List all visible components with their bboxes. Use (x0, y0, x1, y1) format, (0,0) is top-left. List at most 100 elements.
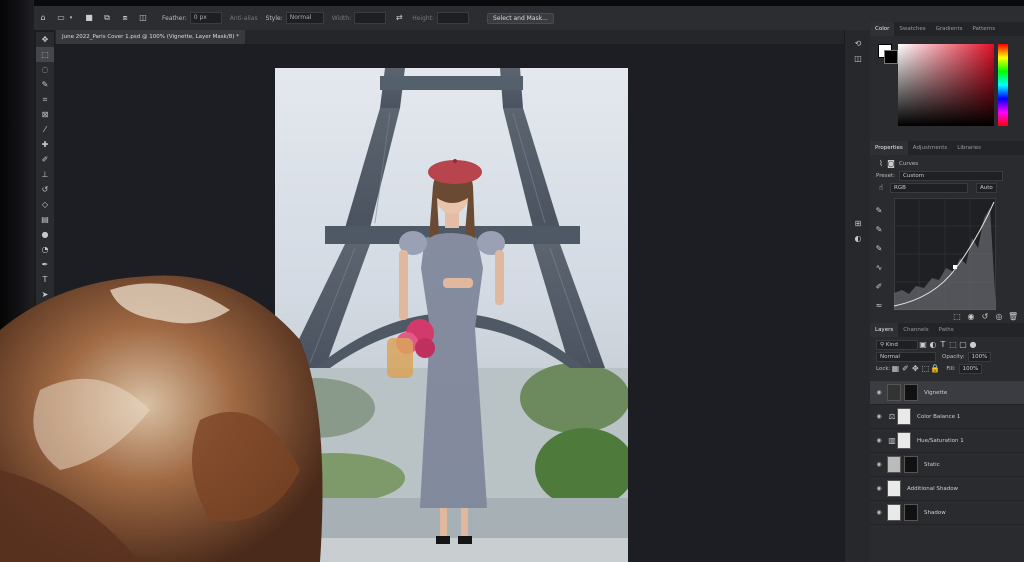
smooth-curve-icon[interactable]: ≈ (874, 301, 884, 311)
layer-mask-icon[interactable]: ◙ (886, 159, 896, 169)
edit-points-icon[interactable]: ∿ (874, 263, 884, 273)
layer-row-static[interactable]: ◉ Static (870, 453, 1024, 477)
filter-pixel-icon[interactable]: ▣ (918, 340, 928, 350)
layer-row-vignette[interactable]: ◉ Vignette (870, 381, 1024, 405)
tab-color[interactable]: Color (870, 22, 895, 36)
toggle-visibility-icon[interactable]: ◎ (994, 312, 1004, 322)
hue-slider[interactable] (998, 44, 1008, 126)
blend-mode-select[interactable]: Normal (876, 352, 936, 362)
filter-toggle-icon[interactable]: ● (968, 340, 978, 350)
crop-tool-icon[interactable]: ⌗ (36, 92, 54, 107)
tab-channels[interactable]: Channels (898, 323, 933, 337)
tab-layers[interactable]: Layers (870, 323, 899, 337)
visibility-eye-icon[interactable]: ◉ (874, 413, 884, 420)
background-color-swatch[interactable] (884, 50, 898, 64)
filter-adjustment-icon[interactable]: ◐ (928, 340, 938, 350)
new-selection-icon[interactable]: ■ (84, 13, 94, 23)
filter-type-icon[interactable]: T (938, 340, 948, 350)
lock-all-icon[interactable]: 🔒 (930, 364, 940, 374)
clip-to-layer-icon[interactable]: ⬚ (952, 312, 962, 322)
delete-adjustment-icon[interactable]: 🗑 (1008, 312, 1018, 322)
curves-tools: ✎ ✎ ✎ ∿ ✐ ≈ (874, 198, 886, 311)
tab-gradients[interactable]: Gradients (931, 22, 968, 36)
height-label: Height: (412, 14, 435, 22)
tab-libraries[interactable]: Libraries (952, 141, 986, 155)
layer-row-color-balance[interactable]: ◉ ⚖ Color Balance 1 (870, 405, 1024, 429)
layer-mask-thumbnail[interactable] (904, 456, 918, 473)
visibility-eye-icon[interactable]: ◉ (874, 437, 884, 444)
tab-properties[interactable]: Properties (870, 141, 908, 155)
adjustments-panel-icon[interactable]: ◐ (845, 231, 871, 246)
tab-swatches[interactable]: Swatches (894, 22, 930, 36)
document-tab[interactable]: June 2022_Paris Cover 1.psd @ 100% (Vign… (56, 30, 245, 44)
intersect-selection-icon[interactable]: ◫ (138, 13, 148, 23)
quick-selection-tool-icon[interactable]: ✎ (36, 77, 54, 92)
opacity-label: Opacity: (942, 354, 965, 360)
on-image-adjust-icon[interactable]: ☝ (876, 183, 886, 193)
layer-mask-thumbnail[interactable] (897, 408, 911, 425)
sample-black-point-icon[interactable]: ✎ (874, 206, 884, 216)
eraser-tool-icon[interactable]: ◇ (36, 197, 54, 212)
marquee-preset-icon[interactable]: ▭ ▾ (56, 13, 76, 23)
visibility-eye-icon[interactable]: ◉ (874, 485, 884, 492)
channel-select[interactable]: RGB (890, 183, 968, 193)
width-input[interactable] (354, 12, 387, 24)
auto-button[interactable]: Auto (976, 183, 997, 193)
preset-select[interactable]: Custom (899, 171, 1004, 181)
dodge-tool-icon[interactable]: ◔ (36, 242, 54, 257)
swap-dimensions-icon[interactable]: ⇄ (394, 13, 404, 23)
layer-mask-thumbnail[interactable] (897, 432, 911, 449)
tab-patterns[interactable]: Patterns (967, 22, 1000, 36)
layer-row-shadow[interactable]: ◉ Shadow (870, 501, 1024, 525)
healing-brush-tool-icon[interactable]: ✚ (36, 137, 54, 152)
draw-curve-icon[interactable]: ✐ (874, 282, 884, 292)
tab-adjustments[interactable]: Adjustments (908, 141, 952, 155)
marquee-tool-icon[interactable]: ⬚ (36, 47, 54, 62)
lock-position-icon[interactable]: ✥ (910, 364, 920, 374)
curves-graph[interactable] (894, 198, 996, 310)
antialias-checkbox[interactable]: Anti-alias (230, 15, 258, 22)
move-tool-icon[interactable]: ✥ (36, 32, 54, 47)
visibility-eye-icon[interactable]: ◉ (874, 509, 884, 516)
sample-white-point-icon[interactable]: ✎ (874, 244, 884, 254)
home-icon[interactable]: ⌂ (38, 13, 48, 23)
add-selection-icon[interactable]: ⧉ (102, 13, 112, 23)
feather-input[interactable]: 0 px (189, 12, 222, 24)
frame-tool-icon[interactable]: ⊠ (36, 107, 54, 122)
lock-pixels-icon[interactable]: ✐ (900, 364, 910, 374)
layer-row-additional-shadow[interactable]: ◉ Additional Shadow (870, 477, 1024, 501)
eyedropper-tool-icon[interactable]: ⁄ (36, 122, 54, 137)
view-previous-icon[interactable]: ◉ (966, 312, 976, 322)
lock-label: Lock: (876, 366, 891, 372)
properties-panel-icon[interactable]: ⊞ (845, 216, 871, 231)
color-picker-field[interactable] (898, 44, 994, 126)
blur-tool-icon[interactable]: ● (36, 227, 54, 242)
sample-gray-point-icon[interactable]: ✎ (874, 225, 884, 235)
reset-icon[interactable]: ↺ (980, 312, 990, 322)
history-panel-icon[interactable]: ⟲ (845, 36, 871, 51)
layer-row-hue-saturation[interactable]: ◉ ▥ Hue/Saturation 1 (870, 429, 1024, 453)
clone-stamp-tool-icon[interactable]: ⊥ (36, 167, 54, 182)
comments-panel-icon[interactable]: ◫ (845, 51, 871, 66)
gradient-tool-icon[interactable]: ▤ (36, 212, 54, 227)
filter-smart-object-icon[interactable]: ▢ (958, 340, 968, 350)
layer-mask-thumbnail[interactable] (904, 384, 918, 401)
layer-thumbnail (887, 480, 901, 497)
lasso-tool-icon[interactable]: ◌ (36, 62, 54, 77)
tab-paths[interactable]: Paths (934, 323, 959, 337)
opacity-input[interactable]: 100% (967, 352, 992, 362)
history-brush-tool-icon[interactable]: ↺ (36, 182, 54, 197)
subtract-selection-icon[interactable]: ⧈ (120, 13, 130, 23)
fill-input[interactable]: 100% (958, 364, 983, 374)
visibility-eye-icon[interactable]: ◉ (874, 389, 884, 396)
style-select[interactable]: Normal (285, 12, 324, 24)
visibility-eye-icon[interactable]: ◉ (874, 461, 884, 468)
brush-tool-icon[interactable]: ✐ (36, 152, 54, 167)
layer-filter-select[interactable]: ⚲ Kind (876, 340, 918, 350)
select-and-mask-button[interactable]: Select and Mask... (487, 12, 554, 24)
height-input[interactable] (437, 12, 470, 24)
filter-shape-icon[interactable]: ⬚ (948, 340, 958, 350)
layer-mask-thumbnail[interactable] (904, 504, 918, 521)
lock-transparent-icon[interactable]: ▦ (890, 364, 900, 374)
lock-artboard-icon[interactable]: ⬚ (920, 364, 930, 374)
